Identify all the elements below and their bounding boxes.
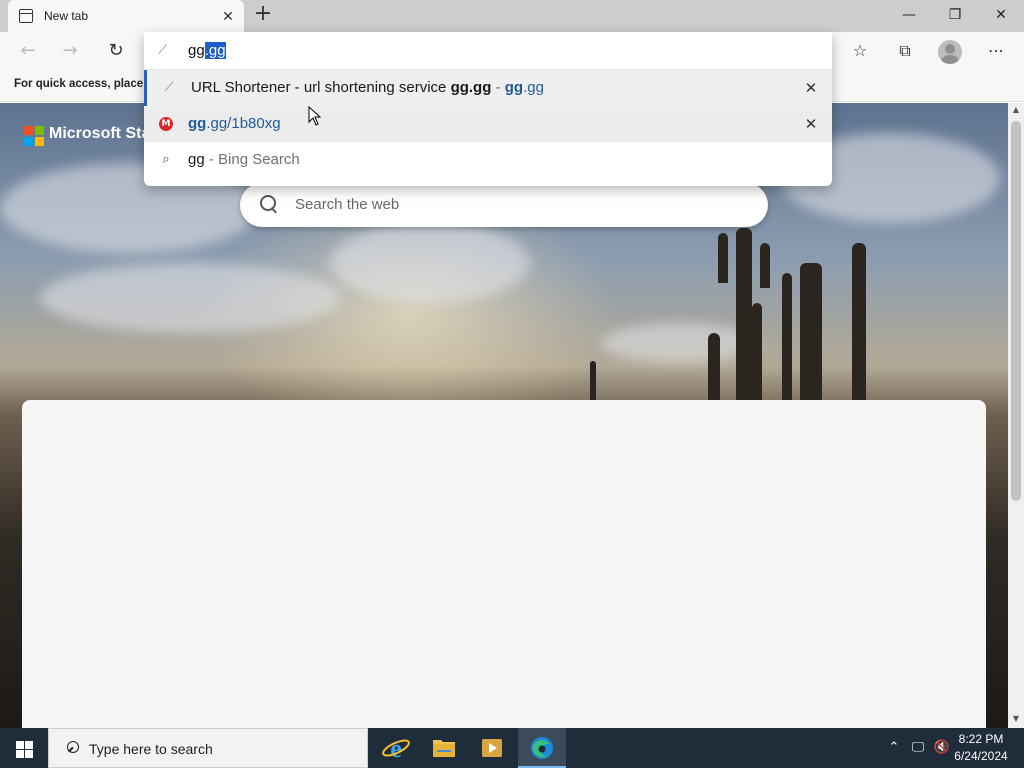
background-cactus [782,273,792,403]
remove-suggestion-icon[interactable]: ✕ [800,77,822,99]
search-query: gg [188,151,205,168]
file-explorer-taskbar-button[interactable] [420,728,468,768]
background-cloud [40,263,340,333]
search-icon [258,194,280,216]
search-icon [63,741,79,757]
suggestion-text: gg - Bing Search [188,151,300,168]
profile-avatar[interactable] [938,40,962,64]
background-cactus [590,361,596,403]
remove-suggestion-icon[interactable]: ✕ [800,113,822,135]
show-hidden-icons-icon[interactable]: ⌃ [884,728,904,768]
suggestion-history-url[interactable]: M gg.gg/1b80xg ✕ [144,106,832,142]
favorites-bar-hint: For quick access, place y [14,78,144,90]
autocomplete-selection: .gg [204,42,226,59]
brand-title: Microsoft Sta [49,125,151,142]
news-feed-card [22,400,986,728]
new-tab-page-icon [19,9,33,23]
background-cactus [708,333,720,403]
folder-icon [433,740,455,757]
refresh-button[interactable]: ↻ [102,38,130,64]
tab-strip: New tab ✕ + — ❐ ✕ [0,0,1024,32]
network-icon[interactable]: 🖵 [906,728,930,768]
suggestion-url-match: gg [188,115,207,132]
system-clock[interactable]: 8:22 PM 6/24/2024 [948,731,1014,765]
suggestion-title: URL Shortener - url shortening service [191,79,451,96]
windows-taskbar: Type here to search e ⌃ 🖵 🔇 8:22 PM 6/24… [0,728,1024,768]
windows-logo-icon [16,750,24,758]
taskbar-search-placeholder: Type here to search [89,741,213,757]
scroll-down-icon[interactable]: ▼ [1008,712,1024,726]
mouse-cursor-icon [308,106,322,126]
close-tab-icon[interactable]: ✕ [218,6,238,26]
search-engine-label: - Bing Search [204,151,300,168]
start-button[interactable] [0,728,48,768]
background-cactus [718,233,728,283]
typed-text: gg [188,42,205,59]
background-cactus [852,243,866,403]
internet-explorer-icon: e [382,734,410,763]
search-icon: ⌕ [162,152,170,167]
suggestion-url: .gg [523,79,544,96]
link-icon: ⟋ [158,43,168,58]
more-options-icon[interactable]: ⋯ [982,38,1010,64]
tab-new-tab[interactable]: New tab ✕ [8,0,244,32]
scrollbar-thumb[interactable] [1011,121,1021,501]
background-cactus [752,303,762,403]
page-scrollbar[interactable]: ▲ ▼ [1008,103,1024,728]
new-tab-page: Microsoft Sta Search the web [0,103,1008,728]
background-cloud [330,223,530,303]
tab-title: New tab [44,9,89,23]
microsoft-logo [24,126,44,146]
site-favicon: M [159,117,173,131]
media-player-icon [482,739,502,757]
suggestion-title-match: gg.gg [450,79,492,96]
suggestion-url: .gg/1b80xg [206,115,281,132]
minimize-button[interactable]: — [886,0,932,30]
search-placeholder: Search the web [295,196,400,213]
clock-date: 6/24/2024 [954,749,1008,763]
suggestion-url-shortener[interactable]: ⟋ URL Shortener - url shortening service… [144,70,832,106]
address-bar-text[interactable]: gg.gg [188,42,226,59]
background-cactus [800,263,822,403]
background-cactus [736,228,752,403]
close-window-button[interactable]: ✕ [978,0,1024,30]
windows-logo-icon [25,750,33,758]
collections-icon[interactable]: ⧉ [891,38,919,64]
web-search-box[interactable]: Search the web [240,183,768,227]
internet-explorer-taskbar-button[interactable]: e [372,728,420,768]
forward-button[interactable]: → [56,38,84,64]
windows-logo-icon [16,741,24,749]
suggestion-url-match: gg [504,79,524,96]
edge-icon [531,737,553,759]
taskbar-search-box[interactable]: Type here to search [48,728,368,768]
link-icon: ⟋ [164,80,174,95]
media-player-taskbar-button[interactable] [468,728,516,768]
address-bar-dropdown: ⟋ gg.gg ⟋ URL Shortener - url shortening… [144,32,832,186]
edge-taskbar-button[interactable] [518,728,566,768]
suggestion-bing-search[interactable]: ⌕ gg - Bing Search [144,142,832,178]
scroll-up-icon[interactable]: ▲ [1008,103,1024,117]
new-tab-button[interactable]: + [252,3,274,27]
restore-button[interactable]: ❐ [932,0,978,30]
address-bar-input[interactable]: ⟋ gg.gg [144,32,832,70]
suggestion-separator: - [491,79,505,96]
clock-time: 8:22 PM [958,732,1004,746]
favorites-icon[interactable]: ☆ [846,38,874,64]
background-cactus [760,243,770,288]
suggestion-text: gg.gg/1b80xg [188,115,281,132]
back-button[interactable]: ← [14,38,42,64]
suggestion-text: URL Shortener - url shortening service g… [191,79,544,96]
windows-logo-icon [25,741,33,749]
svg-text:e: e [390,734,402,763]
